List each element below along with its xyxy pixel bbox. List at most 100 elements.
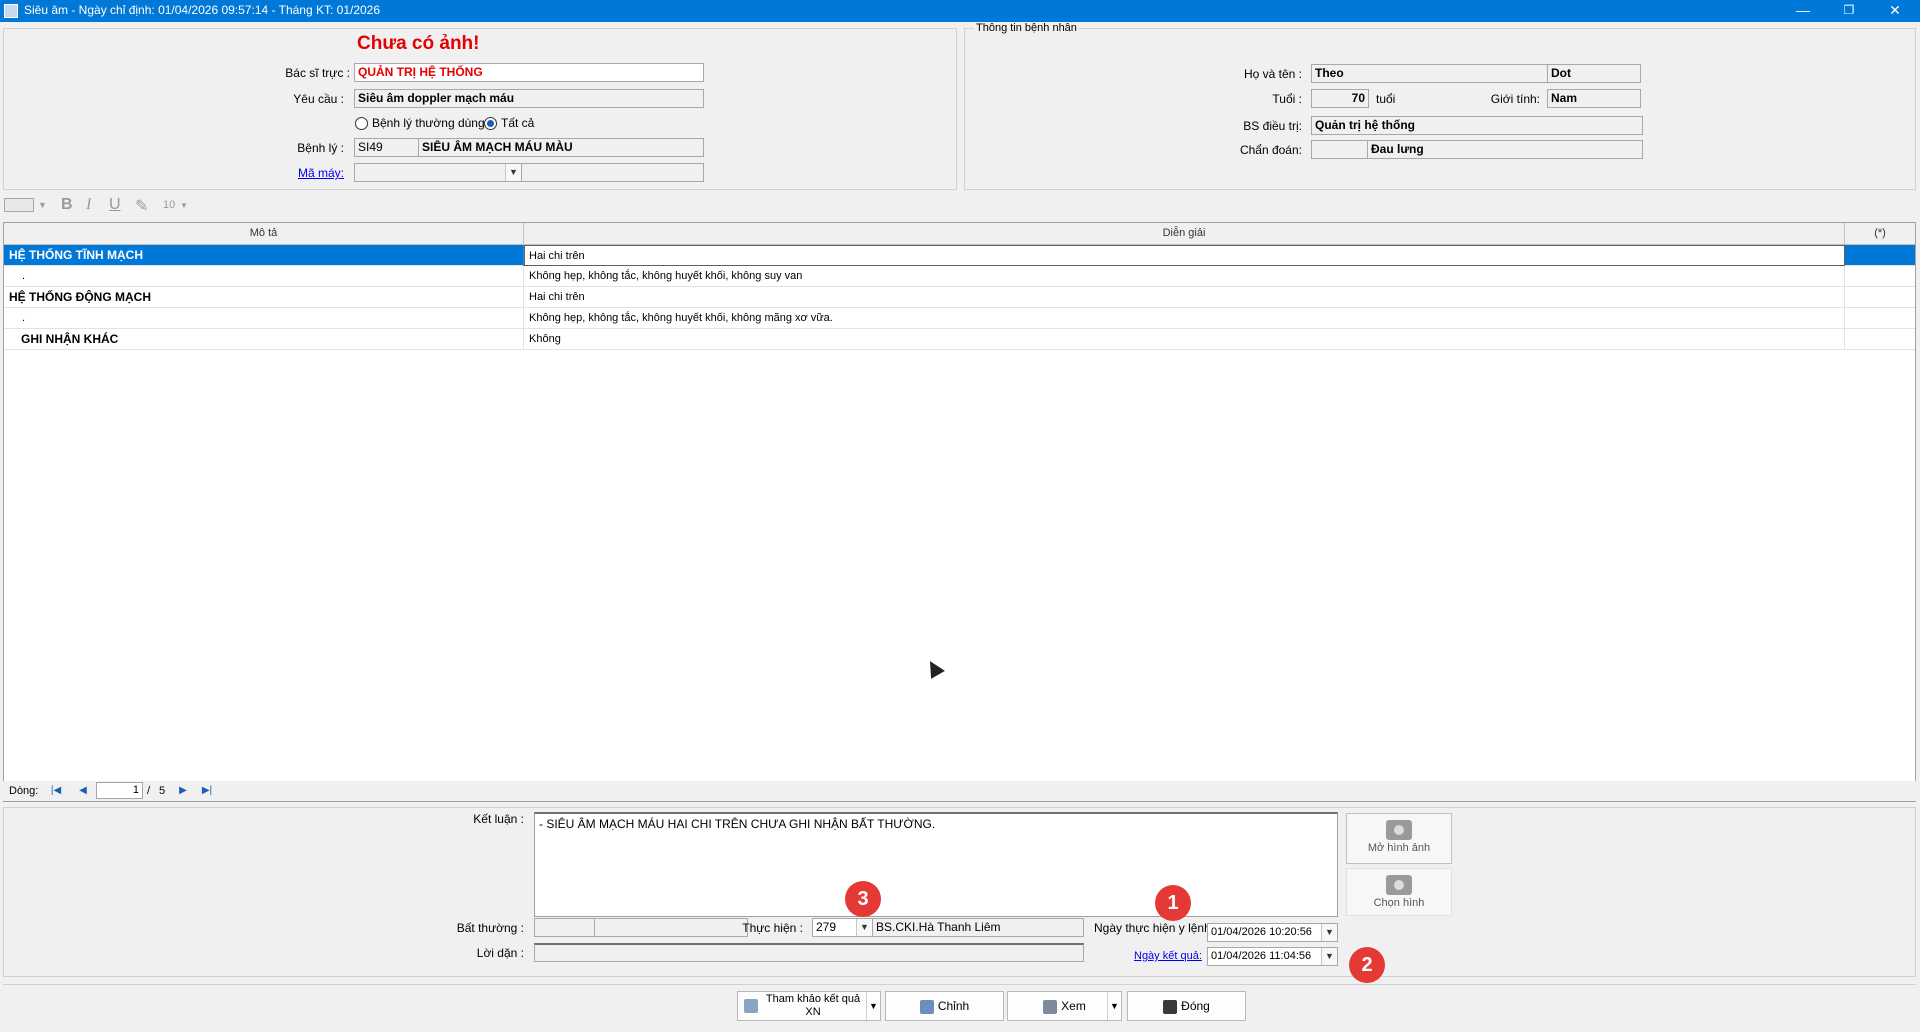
machine-code-link[interactable]: Mã máy: [240,166,344,180]
row-flag[interactable] [1845,245,1915,266]
gender-field[interactable]: Nam [1547,89,1641,108]
row-detail[interactable]: Không hẹp, không tắc, không huyết khối, … [524,308,1845,329]
chevron-down-icon[interactable]: ▼ [505,164,521,181]
last-record-icon[interactable]: ▶| [199,784,215,798]
first-name-field[interactable]: Theo [1311,64,1549,83]
underline-button[interactable]: U [109,196,121,214]
reference-result-button[interactable]: Tham khảo kết quả XN ▼ [737,991,881,1021]
row-detail[interactable]: Không hẹp, không tắc, không huyết khối, … [524,266,1845,287]
reference-label-line2: XN [805,1006,821,1018]
restore-button[interactable]: ❐ [1826,0,1872,22]
diagnosis-code-field[interactable] [1311,140,1368,159]
table-row[interactable]: . Không hẹp, không tắc, không huyết khối… [4,308,1915,329]
conclusion-textarea[interactable]: - SIÊU ÂM MẠCH MÁU HAI CHI TRÊN CHƯA GHI… [534,812,1338,917]
annotation-badge-2: 2 [1349,947,1385,983]
row-description: . [4,266,524,287]
edit-icon [919,999,934,1014]
close-button[interactable]: Đóng [1127,991,1246,1021]
abnormal-code-field[interactable] [534,918,595,937]
advice-field[interactable] [534,943,1084,962]
font-size-select[interactable]: 10 [163,199,175,211]
diagnosis-field[interactable]: Đau lưng [1367,140,1643,159]
row-flag[interactable] [1845,329,1915,350]
current-record-input[interactable]: 1 [96,782,143,799]
radio-all-label: Tất cả [501,116,535,130]
window-title: Siêu âm - Ngày chỉ định: 01/04/2026 09:5… [24,3,381,17]
minimize-button[interactable]: — [1780,0,1826,22]
performer-code-combo[interactable]: 279 ▼ [812,918,873,937]
performer-label: Thực hiện : [742,921,803,935]
app-icon [4,4,18,18]
document-icon [744,999,758,1013]
bold-button[interactable]: B [61,196,73,214]
edit-label: Chỉnh [937,999,970,1013]
request-label: Yêu cầu : [293,92,344,106]
row-description: . [4,308,524,329]
color-picker[interactable] [4,198,34,212]
record-navigator: Dòng: |◀ ◀ 1 / 5 ▶ ▶| [3,781,1916,801]
exec-date-picker[interactable]: 01/04/2026 10:20:56 ▼ [1207,923,1338,942]
row-description: HỆ THỐNG TĨNH MẠCH [4,245,524,266]
machine-code-combo[interactable]: ▼ [354,163,522,182]
radio-all[interactable] [484,117,497,130]
chevron-down-icon[interactable]: ▼ [856,919,872,936]
title-bar: Siêu âm - Ngày chỉ định: 01/04/2026 09:5… [0,0,1920,22]
result-date-picker[interactable]: 01/04/2026 11:04:56 ▼ [1207,947,1338,966]
table-row[interactable]: GHI NHẬN KHÁC Không [4,329,1915,350]
italic-button[interactable]: I [86,196,91,214]
column-header-detail[interactable]: Diễn giải [524,223,1845,245]
view-button[interactable]: Xem ▼ [1007,991,1122,1021]
row-detail[interactable]: Hai chi trên [524,287,1845,308]
chevron-down-icon[interactable]: ▼ [1321,948,1337,965]
patient-section-title: Thông tin bệnh nhân [974,22,1079,34]
result-date-link[interactable]: Ngày kết quả: [1134,950,1202,962]
chevron-down-icon[interactable]: ▼ [1321,924,1337,941]
navigator-separator: / [147,785,151,797]
camera-icon [1386,875,1412,895]
row-description: HỆ THỐNG ĐỘNG MẠCH [4,287,524,308]
row-flag[interactable] [1845,287,1915,308]
eraser-icon[interactable]: ✎ [135,196,148,216]
age-field[interactable]: 70 [1311,89,1369,108]
close-window-button[interactable]: ✕ [1872,0,1918,22]
request-field[interactable]: Siêu âm doppler mạch máu [354,89,704,108]
open-image-label: Mở hình ảnh [1367,842,1431,854]
table-row[interactable]: HỆ THỐNG ĐỘNG MẠCH Hai chi trên [4,287,1915,308]
row-detail-editor[interactable]: Hai chi trên [524,245,1845,266]
radio-common-disease[interactable] [355,117,368,130]
navigator-label: Dòng: [9,785,39,797]
open-image-button[interactable]: Mở hình ảnh [1346,813,1452,864]
conclusion-label: Kết luận : [473,812,524,826]
camera-icon [1386,820,1412,840]
first-record-icon[interactable]: |◀ [48,784,64,798]
doctor-field[interactable]: QUẢN TRỊ HỆ THỐNG [354,63,704,82]
column-header-description[interactable]: Mô tả [4,223,524,245]
performer-name-field[interactable]: BS.CKI.Hà Thanh Liêm [872,918,1084,937]
choose-image-label: Chọn hình [1373,897,1425,909]
disease-code-field[interactable]: SI49 [354,138,419,157]
annotation-badge-3: 3 [845,881,881,917]
column-header-flag[interactable]: (*) [1845,223,1915,245]
row-flag[interactable] [1845,308,1915,329]
next-record-icon[interactable]: ▶ [175,784,191,798]
table-row[interactable]: . Không hẹp, không tắc, không huyết khối… [4,266,1915,287]
row-detail[interactable]: Không [524,329,1845,350]
close-label: Đóng [1181,999,1210,1013]
treating-doctor-field[interactable]: Quản trị hệ thống [1311,116,1643,135]
last-name-field[interactable]: Dot [1547,64,1641,83]
edit-button[interactable]: Chỉnh [885,991,1004,1021]
age-unit: tuổi [1376,92,1396,106]
row-flag[interactable] [1845,266,1915,287]
chevron-down-icon[interactable]: ▼ [1107,992,1121,1020]
description-grid[interactable]: Mô tả Diễn giải (*) HỆ THỐNG TĨNH MẠCH H… [3,222,1916,802]
reference-label-line1: Tham khảo kết quả [765,993,861,1005]
choose-image-button[interactable]: Chọn hình [1346,868,1452,916]
disease-name-field[interactable]: SIÊU ÂM MẠCH MÁU MÀU [418,138,704,157]
table-row[interactable]: HỆ THỐNG TĨNH MẠCH Hai chi trên [4,245,1915,266]
chevron-down-icon[interactable]: ▼ [180,201,188,210]
previous-record-icon[interactable]: ◀ [75,784,91,798]
chevron-down-icon[interactable]: ▼ [38,200,47,210]
machine-name-field[interactable] [521,163,704,182]
exit-door-icon [1163,999,1178,1014]
chevron-down-icon[interactable]: ▼ [866,992,880,1020]
